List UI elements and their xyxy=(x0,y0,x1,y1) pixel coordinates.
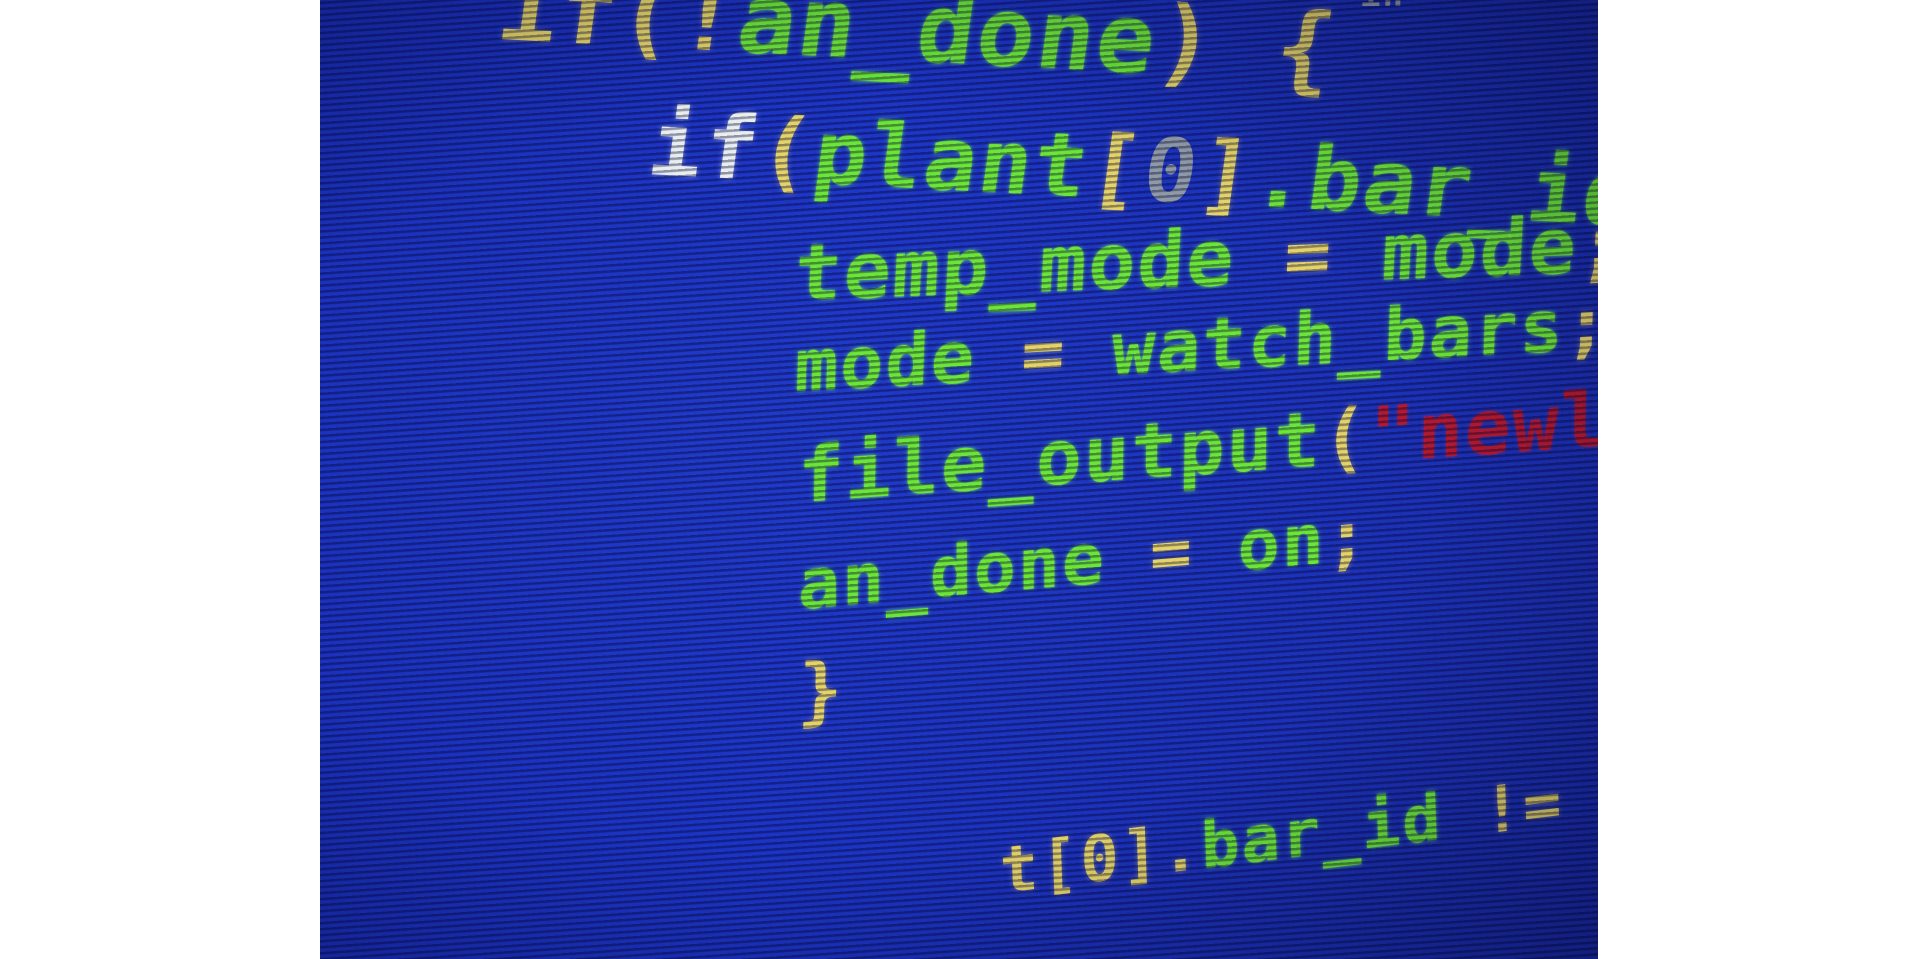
code-token: ; xyxy=(1563,281,1598,368)
code-fragment-top-right: in xyxy=(1360,0,1405,12)
code-token: file_output xyxy=(797,394,1323,521)
code-token: = xyxy=(1233,208,1385,304)
code-line-if-not-an-done: if(!an_done) { xyxy=(492,0,1344,105)
monitor-screen-photo: if(!an_done) { in if(plant[0].bar_id == … xyxy=(320,0,1598,959)
code-token: ; xyxy=(1325,493,1370,580)
code-string: "newlac" xyxy=(1368,364,1598,481)
code-token: if(! xyxy=(492,0,747,75)
code-token: mode xyxy=(793,314,978,409)
code-line-an-done-on: an_done = on; xyxy=(798,494,1370,626)
code-token: t[0]. xyxy=(998,810,1203,910)
code-token: ; xyxy=(1575,199,1598,292)
code-token: plant xyxy=(807,100,1097,218)
code-line-bar-id-neq: t[0].bar_id != 1 xyxy=(999,760,1598,909)
code-keyword: if xyxy=(642,92,768,201)
code-token: an_done xyxy=(798,516,1106,627)
code-token: } xyxy=(796,646,847,736)
code-token: = xyxy=(1105,505,1238,600)
code-token: ) { xyxy=(1149,0,1344,106)
code-token: on xyxy=(1237,497,1326,588)
code-token: != xyxy=(1441,760,1598,855)
photo-frame: if(!an_done) { in if(plant[0].bar_id == … xyxy=(0,0,1918,959)
code-token: ( xyxy=(1321,390,1371,484)
code-token: in xyxy=(1360,0,1405,15)
code-listing: if(!an_done) { in if(plant[0].bar_id == … xyxy=(320,0,1598,959)
code-token: = xyxy=(974,307,1114,399)
code-line-close-brace: } xyxy=(796,646,846,735)
code-token: an_done xyxy=(731,0,1165,97)
code-token: bar_id xyxy=(1199,780,1444,885)
